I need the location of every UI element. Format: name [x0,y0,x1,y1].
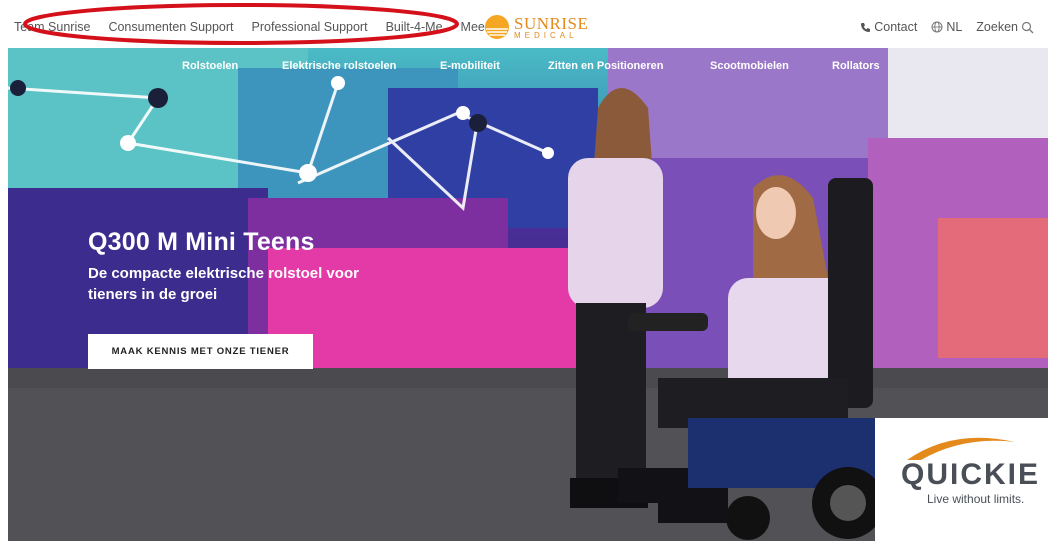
nav-item-elektrische-rolstoelen[interactable]: Elektrische rolstoelen [282,60,396,72]
top-bar: Team Sunrise Consumenten Support Profess… [0,0,1048,48]
contact-label: Contact [874,20,918,34]
quickie-tagline: Live without limits. [927,492,1025,506]
header-right: Contact NL Zoeken [860,20,1034,34]
hero-headline: Q300 M Mini Teens De compacte elektrisch… [88,228,388,305]
contact-link[interactable]: Contact [860,20,917,34]
quickie-badge: QUICKIE Live without limits. [875,418,1048,541]
hero-title: Q300 M Mini Teens [88,228,315,256]
logo-subname: MEDICAL [514,30,578,40]
language-selector[interactable]: NL [931,20,962,34]
language-label: NL [946,20,963,34]
phone-icon [861,22,871,32]
nav-item-scootmobielen[interactable]: Scootmobielen [710,60,789,72]
hero-cta-button[interactable]: MAAK KENNIS MET ONZE TIENER [88,334,313,369]
annotation-ellipse [23,3,459,45]
search-link[interactable]: Zoeken [976,20,1034,34]
main-nav: Rolstoelen Elektrische rolstoelen E-mobi… [8,56,1048,76]
nav-item-rollators[interactable]: Rollators [832,60,880,72]
sunrise-logo[interactable]: SUNRISE MEDICAL [484,14,588,40]
logo-name: SUNRISE [514,13,589,33]
nav-item-zitten-en-positioneren[interactable]: Zitten en Positioneren [548,60,664,72]
nav-item-rolstoelen[interactable]: Rolstoelen [182,60,238,72]
quickie-brand: QUICKIE [901,458,1041,491]
search-label: Zoeken [976,20,1018,34]
hero-subtitle: De compacte elektrische rolstoel voor ti… [88,265,359,303]
globe-icon [931,21,943,33]
sunrise-logo-icon [485,15,509,39]
hero-banner: Rolstoelen Elektrische rolstoelen E-mobi… [8,48,1048,541]
nav-item-e-mobiliteit[interactable]: E-mobiliteit [440,60,500,72]
search-icon [1021,21,1034,33]
